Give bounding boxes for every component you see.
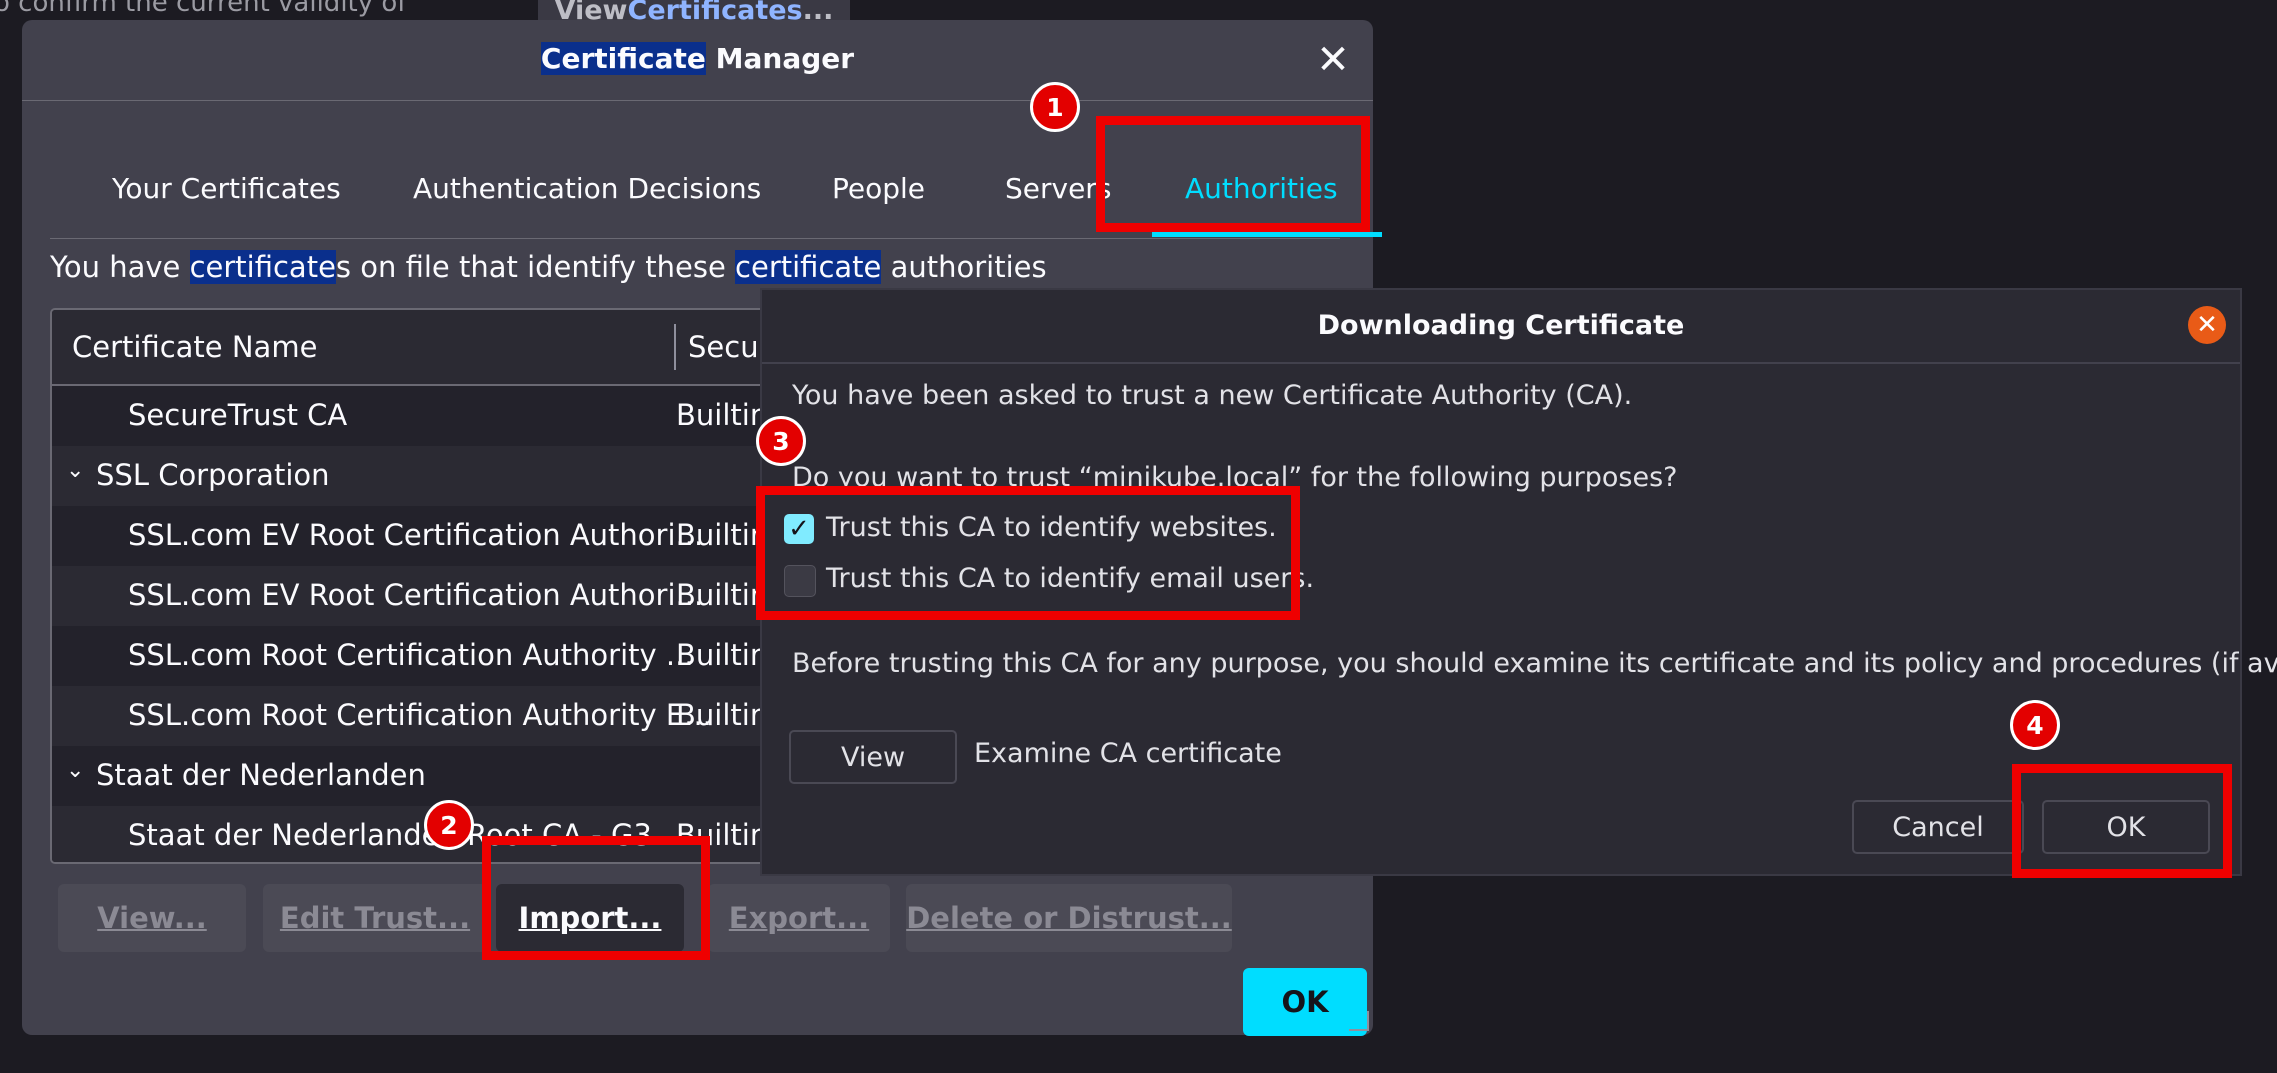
tab-your-certificates[interactable]: Your Certificates bbox=[112, 172, 341, 205]
close-icon[interactable]: ✕ bbox=[2188, 306, 2226, 344]
row-name: SSL.com EV Root Certification Authori... bbox=[128, 518, 704, 552]
row-security: Builtin bbox=[676, 518, 769, 552]
step-marker: 4 bbox=[2010, 700, 2060, 750]
dialog-intro: You have been asked to trust a new Certi… bbox=[792, 380, 1633, 411]
row-security: Builtin bbox=[676, 398, 769, 432]
highlight-box-checkboxes bbox=[756, 486, 1300, 620]
certificate-manager-title: Certificate Manager bbox=[22, 42, 1373, 75]
dialog-header: Downloading Certificate ✕ bbox=[762, 290, 2240, 364]
column-security-device[interactable]: Secu bbox=[688, 330, 759, 364]
view-ca-caption: Examine CA certificate bbox=[974, 738, 1282, 769]
delete-or-distrust-button[interactable]: Delete or Distrust... bbox=[906, 884, 1232, 952]
tab-authentication-decisions[interactable]: Authentication Decisions bbox=[413, 172, 761, 205]
group-name: SSL Corporation bbox=[96, 458, 330, 492]
cancel-button[interactable]: Cancel bbox=[1852, 800, 2024, 854]
authorities-description: You have certificates on file that ident… bbox=[50, 250, 1047, 284]
column-separator[interactable] bbox=[674, 324, 676, 370]
title-highlight: Certificate bbox=[540, 42, 706, 75]
highlight-box-authorities bbox=[1096, 116, 1370, 232]
close-icon[interactable]: ✕ bbox=[1311, 38, 1355, 82]
row-security: Builtin bbox=[676, 698, 769, 732]
active-tab-indicator bbox=[1152, 232, 1382, 237]
desc-highlight-2: certificate bbox=[735, 250, 882, 284]
desc-highlight-1: certificate bbox=[189, 250, 336, 284]
row-security: Builtin bbox=[676, 638, 769, 672]
background-text: o confirm the current validity of bbox=[0, 0, 407, 18]
column-certificate-name[interactable]: Certificate Name bbox=[72, 330, 317, 364]
step-marker: 3 bbox=[756, 416, 806, 466]
chevron-down-icon[interactable]: ⌄ bbox=[66, 758, 84, 783]
resize-grip-icon[interactable] bbox=[1349, 1011, 1369, 1031]
desc-part3: authorities bbox=[881, 250, 1047, 284]
desc-part1: You have bbox=[50, 250, 190, 284]
highlight-box-import bbox=[482, 836, 710, 960]
export-button[interactable]: Export... bbox=[708, 884, 890, 952]
view-ca-button[interactable]: View bbox=[789, 730, 957, 784]
tab-people[interactable]: People bbox=[832, 172, 925, 205]
step-marker: 2 bbox=[424, 800, 474, 850]
edit-trust-button[interactable]: Edit Trust... bbox=[263, 884, 487, 952]
title-rest: Manager bbox=[705, 42, 855, 75]
row-name: SSL.com Root Certification Authority ... bbox=[128, 638, 694, 672]
row-name: SecureTrust CA bbox=[128, 398, 348, 432]
highlight-box-ok bbox=[2012, 764, 2232, 878]
row-name: SSL.com Root Certification Authority E..… bbox=[128, 698, 712, 732]
group-name: Staat der Nederlanden bbox=[96, 758, 426, 792]
row-name: SSL.com EV Root Certification Authori... bbox=[128, 578, 704, 612]
dialog-title: Downloading Certificate bbox=[1317, 310, 1685, 341]
row-security: Builtin bbox=[676, 578, 769, 612]
desc-part2: s on file that identify these bbox=[335, 250, 736, 284]
dialog-advice: Before trusting this CA for any purpose,… bbox=[792, 648, 2277, 679]
view-button[interactable]: View... bbox=[58, 884, 246, 952]
certificate-manager-header: Certificate Manager ✕ bbox=[22, 20, 1373, 101]
chevron-down-icon[interactable]: ⌄ bbox=[66, 458, 84, 483]
step-marker: 1 bbox=[1030, 82, 1080, 132]
